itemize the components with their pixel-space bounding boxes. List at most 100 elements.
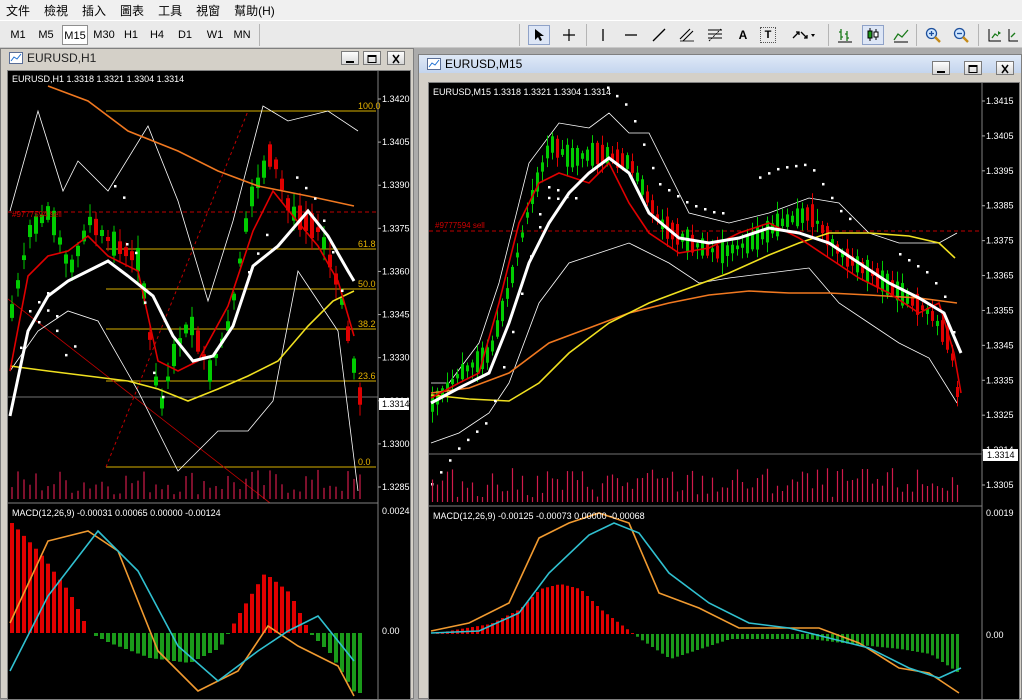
parabolic-sar-dot [248,271,251,274]
close-button[interactable] [996,61,1014,75]
menu-insert[interactable]: 插入 [76,2,114,19]
candle-body [561,149,564,155]
window-titlebar[interactable]: EURUSD,M15 [419,55,1021,75]
parabolic-sar-dot [512,330,515,334]
bar-chart-icon[interactable] [834,25,856,45]
window-titlebar[interactable]: EURUSD,H1 [1,49,413,67]
macd-histogram-bar [556,584,559,634]
timeframe-h4[interactable]: H4 [146,25,168,45]
macd-histogram-bar [676,634,679,657]
parabolic-sar-dot [47,309,50,312]
parabolic-sar-dot [935,282,938,285]
minimize-button[interactable] [932,61,950,75]
candle-body [76,245,80,257]
auto-scroll-icon[interactable] [1006,25,1020,45]
candle-body [646,191,649,203]
timeframe-m30[interactable]: M30 [91,25,117,45]
macd-histogram-bar [871,634,874,647]
menu-help[interactable]: 幫助(H) [228,2,283,19]
zoom-in-icon[interactable] [922,25,944,45]
parabolic-sar-dot [296,176,299,179]
price-axis-label: 1.3405 [986,131,1014,141]
parabolic-sar-dot [38,321,41,324]
candle-body [521,232,524,238]
candle-body [100,230,104,236]
line-chart-icon[interactable] [890,25,912,45]
price-axis-label: 1.3305 [986,480,1014,490]
macd-histogram-bar [142,633,146,656]
close-button[interactable] [387,51,405,65]
fibonacci-level-label: 100.0 [358,101,381,111]
crosshair-icon[interactable] [558,25,580,45]
chart-shift-icon[interactable] [984,25,1006,45]
candle-body [731,244,734,254]
macd-histogram-bar [721,634,724,642]
parabolic-sar-dot [695,205,698,208]
vertical-line-icon[interactable] [592,25,614,45]
parabolic-sar-dot [557,189,560,192]
candle-body [154,376,158,386]
timeframe-mn[interactable]: MN [230,25,254,45]
macd-histogram-bar [202,633,206,656]
macd-histogram-bar [746,634,749,639]
macd-histogram-bar [106,633,110,642]
menu-file[interactable]: 文件 [0,2,38,19]
maximize-button[interactable] [363,51,381,65]
parabolic-sar-dot [153,371,156,375]
candle-body [556,138,559,158]
menu-tools[interactable]: 工具 [152,2,190,19]
toolbar-separator [978,24,979,46]
parabolic-sar-dot [548,186,551,189]
candle-body [816,220,819,224]
candle-body [280,178,284,190]
menu-charts[interactable]: 圖表 [114,2,152,19]
parabolic-sar-dot [56,329,59,333]
macd-histogram-bar [686,634,689,654]
macd-histogram-bar [226,633,230,634]
macd-axis-top: 0.0019 [986,508,1014,518]
equidistant-channel-icon[interactable] [676,25,698,45]
price-axis-label: 1.3420 [382,94,410,104]
macd-histogram-bar [124,633,128,649]
text-box-icon[interactable]: T [760,27,776,43]
chart-area-h1[interactable]: EURUSD,H1 1.3318 1.3321 1.3304 1.3314 #9… [7,70,411,700]
moving-average-orange [47,85,355,207]
zoom-out-icon[interactable] [950,25,972,45]
arrows-menu-icon[interactable] [790,25,818,45]
candle-body [526,212,529,218]
candle-body [466,365,469,372]
parabolic-sar-dot [476,430,479,433]
text-label-icon[interactable]: A [732,25,754,45]
timeframe-m5[interactable]: M5 [34,25,58,45]
trend-line-icon[interactable] [648,25,670,45]
macd-histogram-bar [881,634,884,648]
timeframe-w1[interactable]: W1 [204,25,226,45]
macd-histogram-bar [936,634,939,659]
macd-histogram-bar [566,585,569,634]
timeframe-h1[interactable]: H1 [120,25,142,45]
parabolic-sar-dot [759,176,762,179]
candle-body [268,144,272,167]
chart-area-m15[interactable]: EURUSD,M15 1.3318 1.3321 1.3304 1.3314 #… [428,82,1020,700]
parabolic-sar-dot [953,331,956,334]
candle-body [16,280,20,289]
timeframe-m15[interactable]: M15 [62,25,88,45]
fibonacci-icon[interactable] [704,25,726,45]
candle-body [244,218,248,232]
horizontal-line-icon[interactable] [620,25,642,45]
timeframe-d1[interactable]: D1 [174,25,196,45]
macd-histogram-bar [736,634,739,639]
macd-histogram-bar [946,634,949,666]
menu-view[interactable]: 檢視 [38,2,76,19]
parabolic-sar-dot [162,395,165,399]
parabolic-sar-dot [786,166,789,169]
timeframe-m1[interactable]: M1 [6,25,30,45]
menu-window[interactable]: 視窗 [190,2,228,19]
cursor-arrow-icon[interactable] [528,25,550,45]
parabolic-sar-dot [804,163,807,167]
macd-histogram-bar [262,574,266,633]
candlestick-chart-icon[interactable] [862,25,884,45]
maximize-button[interactable] [964,61,982,75]
minimize-button[interactable] [341,51,359,65]
macd-histogram-bar [646,634,649,644]
